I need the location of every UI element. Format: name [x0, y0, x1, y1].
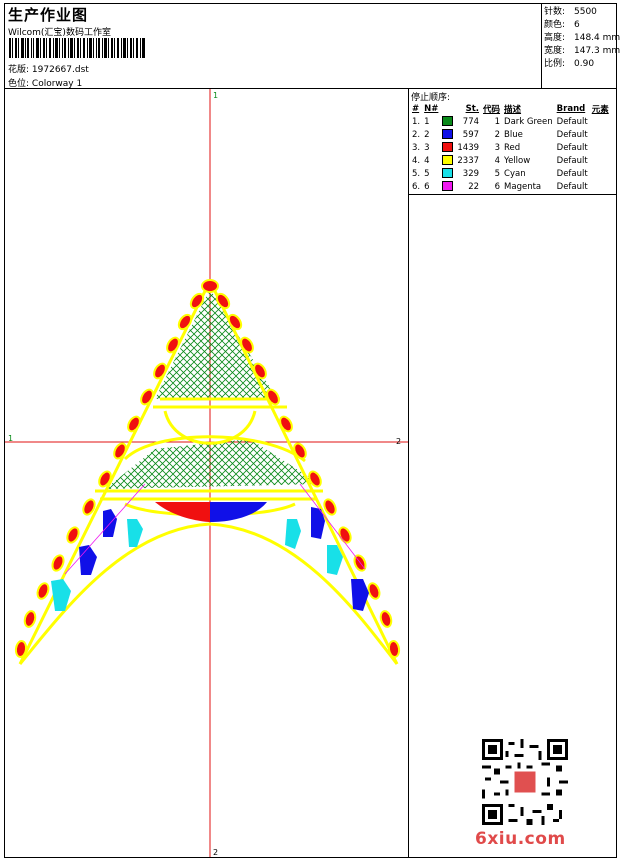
color-code: 6	[494, 181, 501, 192]
row-index: 6.	[412, 181, 421, 192]
barcode-image	[9, 38, 145, 58]
side-divider	[409, 194, 617, 195]
thread-sequence-panel: 停止顺序: # N# St. 代码 描述 Brand 元素 1. 1 774 1 Dar…	[409, 89, 617, 858]
thread-row: 1. 1 774 1 Dark Green Default	[410, 115, 611, 128]
color-description: Yellow	[504, 155, 531, 166]
design-label: 花版:	[8, 65, 30, 75]
thread-row: 4. 4 2337 4 Yellow Default	[410, 154, 611, 167]
color-swatch	[442, 142, 454, 153]
stitch-count: 329	[462, 168, 480, 179]
thread-brand: Default	[556, 168, 588, 179]
stitch-count: 1439	[457, 142, 480, 153]
needle-number: 2	[424, 129, 430, 140]
worksheet-frame: 生产作业图 Wilcom(汇宝)数码工作室 花版: 1972667.dst 色位…	[4, 3, 620, 858]
row-index: 2.	[412, 129, 421, 140]
needle-number: 3	[424, 142, 430, 153]
stat-stitches: 针数: 5500	[544, 7, 597, 17]
colorway-value: Colorway 1	[31, 79, 83, 89]
colorway: 色位: Colorway 1	[8, 76, 82, 89]
thread-brand: Default	[556, 155, 588, 166]
color-description: Dark Green	[504, 116, 553, 127]
row-index: 3.	[412, 142, 421, 153]
thread-row: 3. 3 1439 3 Red Default	[410, 141, 611, 154]
stats-panel: 针数: 5500 颜色: 6 高度: 148.4 mm 宽度: 147.3 mm 比例:…	[542, 4, 620, 89]
color-code: 4	[494, 155, 501, 166]
stitch-count: 597	[462, 129, 480, 140]
thread-brand: Default	[556, 181, 588, 192]
watermark-text: 6xiu.com	[475, 829, 566, 849]
embroidery-design: 1 1 2 2	[5, 89, 408, 857]
row-index: 1.	[412, 116, 421, 127]
color-swatch	[442, 181, 454, 192]
color-code: 3	[494, 142, 501, 153]
row-index: 5.	[412, 168, 421, 179]
axis-label-bottom: 2	[213, 848, 218, 857]
thread-brand: Default	[556, 129, 588, 140]
page-title: 生产作业图	[8, 6, 89, 24]
axis-label-top: 1	[213, 91, 218, 100]
stitch-count: 774	[462, 116, 480, 127]
color-swatch	[442, 168, 454, 179]
needle-number: 6	[424, 181, 430, 192]
thread-row: 2. 2 597 2 Blue Default	[410, 128, 611, 141]
thread-brand: Default	[556, 116, 588, 127]
axis-label-right: 2	[396, 437, 401, 446]
company-name: Wilcom(汇宝)数码工作室	[8, 28, 111, 38]
color-description: Cyan	[504, 168, 526, 179]
color-swatch	[442, 116, 454, 127]
color-code: 2	[494, 129, 501, 140]
lower-hatch-fill	[105, 439, 320, 489]
stitch-count: 22	[468, 181, 480, 192]
color-swatch	[442, 129, 454, 140]
header-info: 生产作业图 Wilcom(汇宝)数码工作室 花版: 1972667.dst 色位…	[5, 4, 542, 89]
thread-table-header: # N# St. 代码 描述 Brand 元素	[412, 103, 609, 115]
color-description: Magenta	[504, 181, 542, 192]
color-description: Red	[504, 142, 521, 153]
stat-height: 高度: 148.4 mm	[544, 33, 620, 43]
thread-row: 5. 5 329 5 Cyan Default	[410, 167, 611, 180]
design-value: 1972667.dst	[31, 65, 89, 75]
design-file: 花版: 1972667.dst	[8, 62, 89, 75]
color-description: Blue	[504, 129, 523, 140]
row-index: 4.	[412, 155, 421, 166]
color-swatch	[442, 155, 454, 166]
needle-number: 1	[424, 116, 430, 127]
color-code: 5	[494, 168, 501, 179]
thread-table: # N# St. 代码 描述 Brand 元素 1. 1 774 1 Dark Gree…	[410, 102, 611, 193]
qr-code-image	[482, 739, 568, 825]
embroidery-canvas: 1 1 2 2	[5, 89, 409, 858]
thread-row: 6. 6 22 6 Magenta Default	[410, 180, 611, 193]
axis-label-left: 1	[8, 434, 13, 443]
stat-colors: 颜色: 6	[544, 20, 580, 30]
needle-number: 4	[424, 155, 430, 166]
color-code: 1	[494, 116, 501, 127]
thread-brand: Default	[556, 142, 588, 153]
stat-width: 宽度: 147.3 mm	[544, 46, 620, 56]
needle-number: 5	[424, 168, 430, 179]
stitch-count: 2337	[457, 155, 480, 166]
colorway-label: 色位:	[8, 79, 30, 89]
stat-scale: 比例: 0.90	[544, 59, 595, 69]
